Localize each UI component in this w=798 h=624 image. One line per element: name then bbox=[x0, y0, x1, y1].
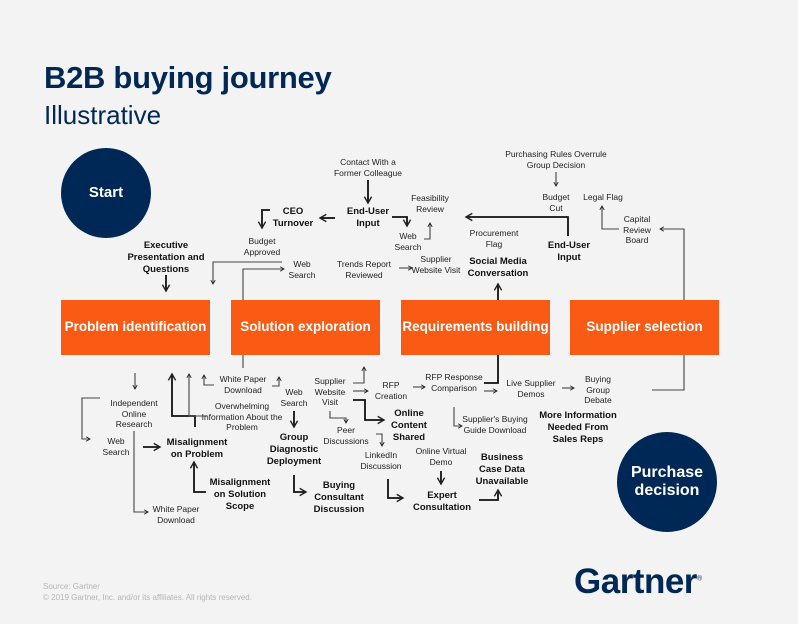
label-buying-guide: Supplier's Buying Guide Download bbox=[462, 414, 528, 435]
arrow-linkedin-to-expert bbox=[387, 479, 405, 503]
stage-solution-exploration: Solution exploration bbox=[231, 300, 380, 355]
label-live-supplier-demos: Live Supplier Demos bbox=[506, 378, 556, 399]
label-misalignment-problem: Misalignment on Problem bbox=[166, 437, 228, 460]
label-rfp-response: RFP Response Comparison bbox=[425, 372, 483, 393]
label-business-case: Business Case Data Unavailable bbox=[475, 452, 529, 487]
stage-supplier-selection: Supplier selection bbox=[570, 300, 719, 355]
arrow-research-loop bbox=[81, 397, 100, 442]
stage-problem-identification: Problem identification bbox=[61, 300, 210, 355]
label-rfp-creation: RFP Creation bbox=[374, 380, 408, 401]
arrow-group-to-buying bbox=[293, 475, 308, 497]
label-white-paper-b1: White Paper Download bbox=[152, 504, 200, 525]
arrow-peer-to-linkedin bbox=[376, 433, 385, 447]
footer-copyright: © 2019 Gartner, Inc. and/or its affiliat… bbox=[43, 592, 252, 602]
arrow-up-to-websearch bbox=[242, 266, 285, 300]
label-capital-review-board: Capital Review Board bbox=[623, 214, 651, 246]
label-ceo-turnover: CEO Turnover bbox=[272, 206, 314, 229]
arrow-loop-down bbox=[210, 261, 282, 285]
arrow-supplier-to-peer bbox=[329, 411, 349, 424]
stage-requirements-building: Requirements building bbox=[401, 300, 550, 355]
label-trends-report: Trends Report Reviewed bbox=[336, 259, 391, 280]
label-overwhelming-info: Overwhelming Information About the Probl… bbox=[201, 401, 283, 433]
label-end-user-input-1: End-User Input bbox=[346, 206, 390, 229]
label-budget-cut: Budget Cut bbox=[542, 192, 570, 213]
label-white-paper-b2: White Paper Download bbox=[219, 374, 267, 395]
label-buying-group-debate: Buying Group Debate bbox=[584, 374, 612, 406]
label-linkedin-discussion: LinkedIn Discussion bbox=[360, 450, 402, 471]
label-supplier-website-top: Supplier Website Visit bbox=[411, 254, 461, 275]
arrow-enduser-to-websearch bbox=[392, 216, 412, 228]
label-feasibility-review: Feasibility Review bbox=[411, 193, 449, 214]
arrow-supplier-to-content bbox=[353, 399, 386, 425]
label-executive-presentation: Executive Presentation and Questions bbox=[127, 240, 205, 275]
label-end-user-input-2: End-User Input bbox=[547, 240, 591, 263]
arrow-websearch-to-feasibility bbox=[424, 222, 433, 240]
arrow-whitepaper-to-websearch bbox=[272, 376, 282, 387]
label-procurement-flag: Procurement Flag bbox=[469, 228, 519, 249]
label-web-search-b1: Web Search bbox=[102, 436, 130, 457]
label-web-search-top-1: Web Search bbox=[394, 231, 422, 252]
start-node: Start bbox=[61, 148, 151, 238]
label-purchasing-rules: Purchasing Rules Overrule Group Decision bbox=[505, 149, 607, 170]
label-more-information: More Information Needed From Sales Reps bbox=[539, 410, 617, 445]
label-contact-colleague: Contact With a Former Colleague bbox=[333, 157, 403, 178]
label-peer-discussions: Peer Discussions bbox=[323, 425, 369, 446]
footer: Source: Gartner © 2019 Gartner, Inc. and… bbox=[43, 582, 252, 604]
label-misalignment-scope: Misalignment on Solution Scope bbox=[209, 477, 271, 512]
label-online-content: Online Content Shared bbox=[391, 408, 427, 443]
label-social-media: Social Media Conversation bbox=[467, 256, 529, 279]
label-expert-consultation: Expert Consultation bbox=[412, 490, 472, 513]
label-buying-consultant: Buying Consultant Discussion bbox=[313, 480, 365, 515]
purchase-decision-node: Purchase decision bbox=[617, 432, 717, 532]
label-legal-flag: Legal Flag bbox=[583, 192, 623, 202]
arrow-req-to-response bbox=[484, 355, 499, 384]
label-online-virtual-demo: Online Virtual Demo bbox=[415, 446, 467, 467]
label-independent-research: Independent Online Research bbox=[110, 398, 158, 430]
label-supplier-website-b: Supplier Website Visit bbox=[314, 376, 346, 408]
arrow-research-to-whitepaper bbox=[133, 431, 149, 515]
arrow-expert-to-business bbox=[479, 488, 503, 501]
footer-source: Source: Gartner bbox=[43, 582, 100, 591]
arrow-supplier-up bbox=[353, 366, 367, 384]
arrow-misalign-up bbox=[167, 372, 196, 427]
registered-mark: ® bbox=[696, 575, 702, 583]
logo-text: Gartner bbox=[574, 562, 697, 601]
label-web-search-top-2: Web Search bbox=[288, 259, 316, 280]
label-web-search-b2: Web Search bbox=[280, 387, 308, 408]
gartner-logo: Gartner® bbox=[574, 562, 702, 602]
label-budget-approved: Budget Approved bbox=[243, 236, 281, 257]
